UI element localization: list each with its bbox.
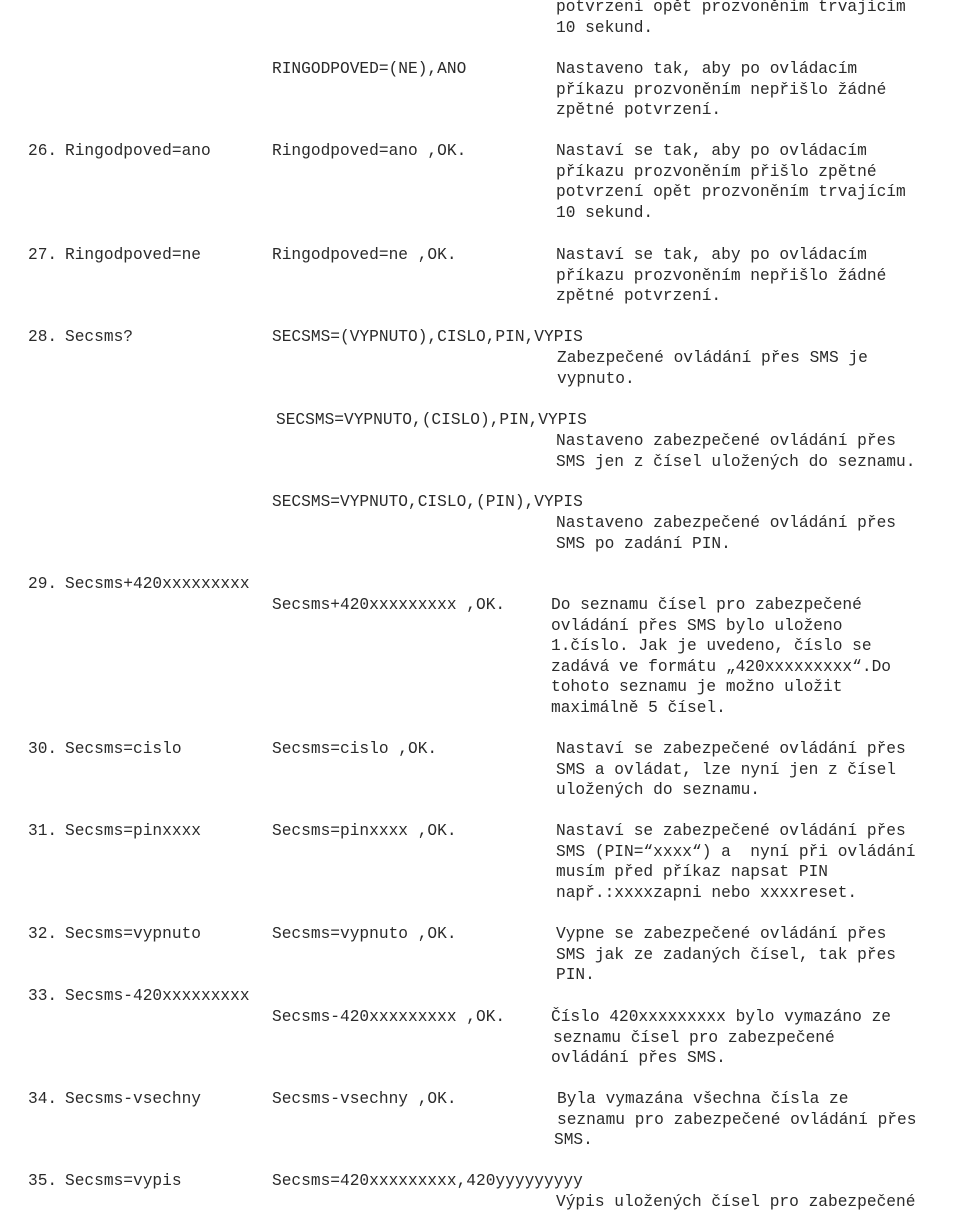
- row-description: Zabezpečené ovládání přes SMS je vypnuto…: [557, 348, 868, 389]
- row-number: 31.: [28, 822, 58, 840]
- text-line: zadává ve formátu „420xxxxxxxxx“.Do: [551, 657, 891, 676]
- row-description: Nastaví se zabezpečené ovládání přes SMS…: [556, 821, 915, 903]
- row-description: Nastaveno zabezpečené ovládání přes SMS …: [556, 431, 915, 472]
- text-line: uložených do seznamu.: [556, 781, 760, 800]
- text-line: Výpis uložených čísel pro zabezpečené: [556, 1193, 916, 1211]
- text-line: zpětné potvrzení.: [556, 287, 722, 306]
- text-line: Do seznamu čísel pro zabezpečené: [551, 596, 862, 614]
- text-line: seznamu čísel pro zabezpečené: [553, 1028, 835, 1047]
- row-response: Ringodpoved=ano ,OK.: [272, 142, 467, 160]
- row-command: Secsms-vsechny: [65, 1090, 201, 1108]
- text-line: seznamu pro zabezpečené ovládání přes: [557, 1110, 917, 1129]
- text-line: ovládání přes SMS bylo uloženo: [551, 616, 843, 635]
- row-command: Secsms=cislo: [65, 740, 182, 758]
- row-response: Secsms=420xxxxxxxxx,420yyyyyyyyy: [272, 1172, 583, 1190]
- text-line: zpětné potvrzení.: [556, 101, 722, 120]
- row-response-variant: SECSMS=VYPNUTO,(CISLO),PIN,VYPIS: [276, 411, 587, 429]
- text-line: Nastaví se tak, aby po ovládacím: [556, 246, 867, 264]
- row-response: Secsms-vsechny ,OK.: [272, 1090, 457, 1108]
- text-line: SMS jen z čísel uložených do seznamu.: [556, 452, 916, 471]
- row-description: Nastaveno zabezpečené ovládání přes SMS …: [556, 513, 896, 554]
- text-line: PIN.: [556, 966, 595, 985]
- text-line: SMS jak ze zadaných čísel, tak přes: [556, 945, 896, 964]
- text-line: potvrzení opět prozvoněním trvajícím: [556, 0, 906, 16]
- text-line: Vypne se zabezpečené ovládání přes: [556, 925, 887, 943]
- intro-alt-description: Nastaveno tak, aby po ovládacím příkazu …: [556, 59, 886, 121]
- intro-description-tail: potvrzení opět prozvoněním trvajícím 10 …: [556, 0, 906, 38]
- text-line: 10 sekund.: [556, 203, 654, 222]
- text-line: Byla vymazána všechna čísla ze: [557, 1090, 849, 1108]
- row-number: 33.: [28, 987, 58, 1005]
- row-command: Secsms?: [65, 328, 133, 346]
- row-response: Secsms=vypnuto ,OK.: [272, 925, 457, 943]
- text-line: 10 sekund.: [556, 18, 654, 37]
- text-line: Číslo 420xxxxxxxxx bylo vymazáno ze: [551, 1008, 891, 1026]
- row-description: Výpis uložených čísel pro zabezpečené: [556, 1192, 915, 1213]
- text-line: příkazu prozvoněním nepřišlo žádné: [556, 80, 887, 99]
- text-line: příkazu prozvoněním nepřišlo žádné: [556, 266, 887, 285]
- row-number: 28.: [28, 328, 58, 346]
- text-line: příkazu prozvoněním přišlo zpětné: [556, 162, 877, 181]
- text-line: Nastaveno tak, aby po ovládacím: [556, 60, 858, 78]
- text-line: tohoto seznamu je možno uložit: [551, 678, 843, 697]
- text-line: SMS.: [554, 1131, 593, 1150]
- text-line: musím před příkaz napsat PIN: [556, 863, 828, 882]
- row-description: Nastaví se zabezpečené ovládání přes SMS…: [556, 739, 906, 801]
- text-line: potvrzení opět prozvoněním trvajícím: [556, 183, 906, 202]
- text-line: ovládání přes SMS.: [551, 1049, 726, 1068]
- text-line: vypnuto.: [557, 369, 635, 388]
- row-response-variant: SECSMS=VYPNUTO,CISLO,(PIN),VYPIS: [272, 493, 583, 511]
- text-line: Nastaví se tak, aby po ovládacím: [556, 142, 867, 160]
- text-line: maximálně 5 čísel.: [551, 698, 726, 717]
- text-line: SMS (PIN=“xxxx“) a nyní při ovládání: [556, 842, 916, 861]
- row-number: 35.: [28, 1172, 58, 1190]
- text-line: Nastaveno zabezpečené ovládání přes: [556, 432, 896, 450]
- row-response: Secsms=pinxxxx ,OK.: [272, 822, 457, 840]
- text-line: Nastaví se zabezpečené ovládání přes: [556, 822, 906, 840]
- text-line: SMS a ovládat, lze nyní jen z čísel: [556, 760, 896, 779]
- row-number: 34.: [28, 1090, 58, 1108]
- row-response-variant: SECSMS=(VYPNUTO),CISLO,PIN,VYPIS: [272, 328, 583, 346]
- row-description: Byla vymazána všechna čísla ze seznamu p…: [554, 1089, 917, 1151]
- row-command: Ringodpoved=ano: [65, 142, 211, 160]
- row-response: Secsms=cislo ,OK.: [272, 740, 438, 758]
- intro-alt-response: RINGODPOVED=(NE),ANO: [272, 60, 467, 78]
- row-command: Secsms=vypis: [65, 1172, 182, 1190]
- row-description: Nastaví se tak, aby po ovládacím příkazu…: [556, 141, 906, 223]
- text-line: SMS po zadání PIN.: [556, 534, 731, 553]
- row-command: Secsms-420xxxxxxxxx: [65, 987, 250, 1005]
- text-line: Nastaveno zabezpečené ovládání přes: [556, 514, 896, 532]
- row-number: 29.: [28, 575, 58, 593]
- row-response: Secsms-420xxxxxxxxx ,OK.: [272, 1008, 506, 1026]
- row-response: Secsms+420xxxxxxxxx ,OK.: [272, 596, 506, 614]
- text-line: Zabezpečené ovládání přes SMS je: [557, 349, 868, 367]
- text-line: Nastaví se zabezpečené ovládání přes: [556, 740, 906, 758]
- row-command: Secsms=vypnuto: [65, 925, 201, 943]
- row-number: 26.: [28, 142, 58, 160]
- row-number: 27.: [28, 246, 58, 264]
- row-command: Secsms+420xxxxxxxxx: [65, 575, 250, 593]
- row-description: Číslo 420xxxxxxxxx bylo vymazáno ze sezn…: [551, 1007, 891, 1069]
- row-description: Nastaví se tak, aby po ovládacím příkazu…: [556, 245, 886, 307]
- row-number: 30.: [28, 740, 58, 758]
- row-description: Vypne se zabezpečené ovládání přes SMS j…: [556, 924, 896, 986]
- row-number: 32.: [28, 925, 58, 943]
- row-command: Ringodpoved=ne: [65, 246, 201, 264]
- text-line: 1.číslo. Jak je uvedeno, číslo se: [551, 637, 872, 656]
- row-response: Ringodpoved=ne ,OK.: [272, 246, 457, 264]
- text-line: např.:xxxxzapni nebo xxxxreset.: [556, 883, 858, 902]
- row-command: Secsms=pinxxxx: [65, 822, 201, 840]
- row-description: Do seznamu čísel pro zabezpečené ovládán…: [551, 595, 891, 719]
